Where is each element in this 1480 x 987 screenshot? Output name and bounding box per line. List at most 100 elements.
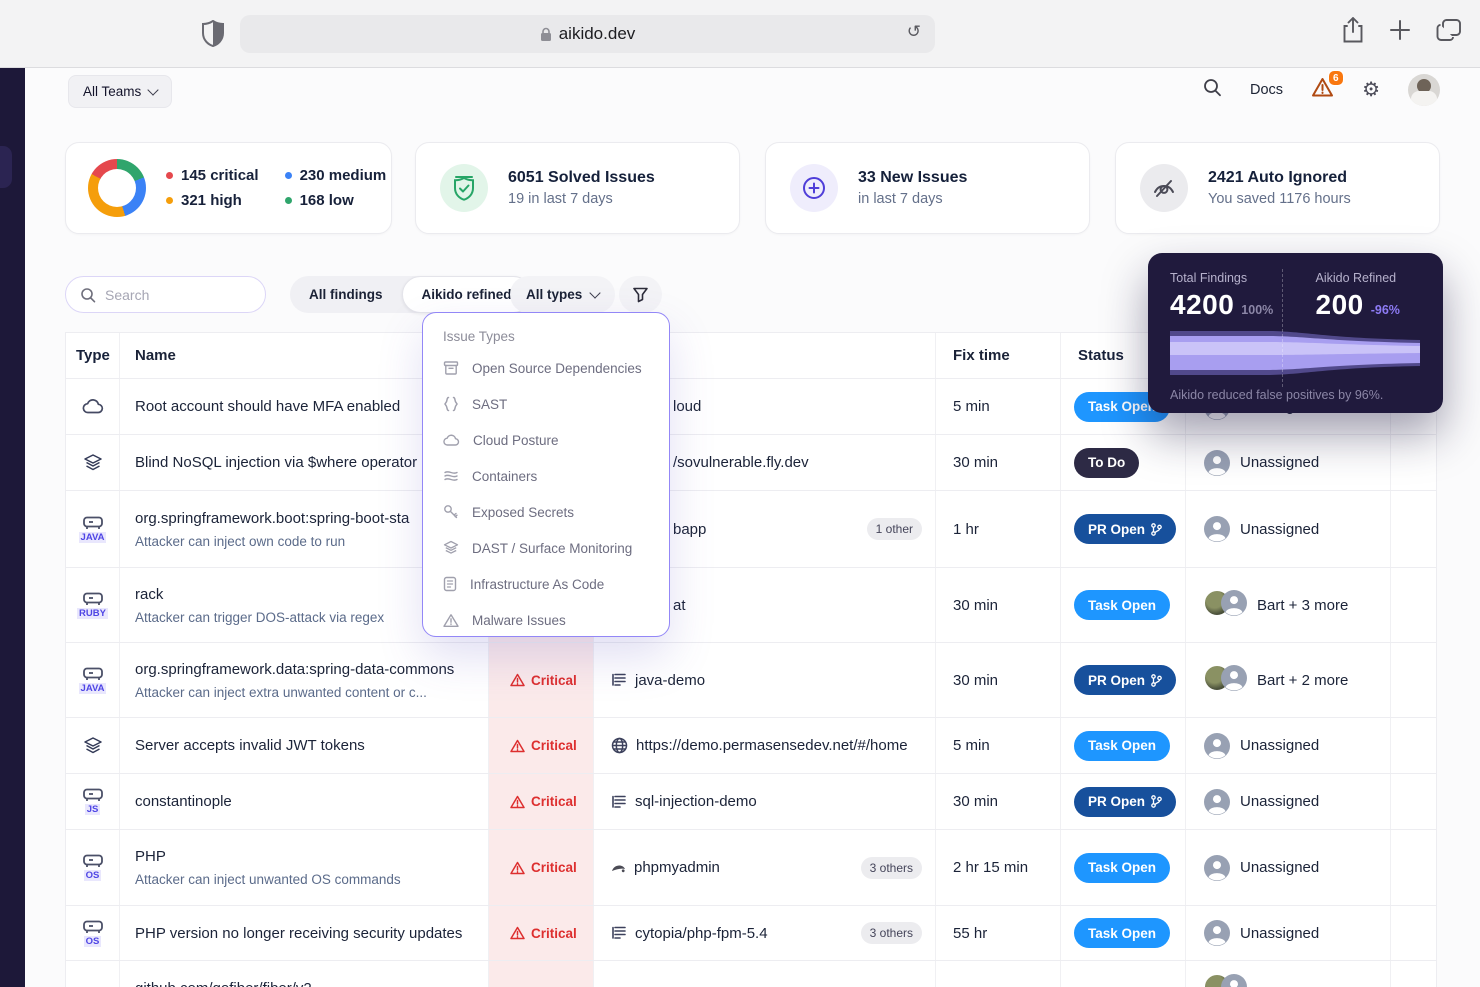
menu-item-open-source-dependencies[interactable]: Open Source Dependencies — [443, 350, 669, 386]
file-code-icon — [443, 576, 457, 592]
layers-icon — [443, 540, 459, 556]
funnel-chart — [1170, 329, 1421, 382]
search-input-wrapper — [65, 276, 266, 313]
assignee-cell[interactable]: Unassigned — [1186, 491, 1391, 567]
assignee-cell[interactable]: Bart + 2 more — [1186, 643, 1391, 717]
search-icon[interactable] — [1203, 78, 1222, 102]
more-repos-badge[interactable]: 1 other — [867, 518, 922, 540]
status-badge[interactable]: PR Open — [1074, 665, 1176, 695]
new-issues-title: 33 New Issues — [858, 169, 967, 187]
status-badge[interactable]: PR Open — [1074, 514, 1176, 544]
menu-item-cloud-posture[interactable]: Cloud Posture — [443, 422, 669, 458]
js-icon — [81, 788, 105, 803]
legend-high: 321 high — [166, 192, 259, 209]
url-bar[interactable]: aikido.dev ↺ — [240, 15, 935, 53]
assignee-cell[interactable]: Unassigned — [1186, 906, 1391, 960]
notifications-button[interactable]: 6 — [1311, 77, 1334, 103]
findings-table: Type Name Fix time Status Root account s… — [65, 332, 1437, 987]
cloud-icon — [82, 399, 104, 415]
menu-item-malware-issues[interactable]: Malware Issues — [443, 602, 669, 638]
total-findings-label: Total Findings — [1170, 271, 1296, 285]
teams-label: All Teams — [83, 84, 141, 99]
person-icon — [1204, 855, 1230, 881]
status-badge[interactable]: Task Open — [1074, 731, 1170, 761]
java-icon — [81, 667, 105, 682]
table-row[interactable]: RUBY rack Attacker can trigger DOS-attac… — [66, 568, 1436, 643]
auto-ignored-title: 2421 Auto Ignored — [1208, 169, 1351, 187]
severity-donut-chart — [88, 159, 146, 217]
more-repos-badge[interactable]: 3 others — [861, 922, 922, 944]
os-icon — [81, 854, 105, 869]
critical-icon — [510, 926, 525, 940]
menu-item-infrastructure-as-code[interactable]: Infrastructure As Code — [443, 566, 669, 602]
menu-item-containers[interactable]: Containers — [443, 458, 669, 494]
status-badge[interactable]: Task Open — [1074, 853, 1170, 883]
reload-icon[interactable]: ↺ — [907, 22, 921, 42]
java-icon — [81, 516, 105, 531]
legend-medium: 230 medium — [285, 167, 387, 184]
status-badge[interactable]: Task Open — [1074, 590, 1170, 620]
layers-icon — [83, 736, 103, 756]
key-icon — [443, 504, 459, 520]
legend-critical: 145 critical — [166, 167, 259, 184]
gear-icon[interactable]: ⚙ — [1362, 80, 1380, 100]
table-row[interactable]: Blind NoSQL injection via $where operato… — [66, 435, 1436, 491]
person-icon — [1204, 516, 1230, 542]
os-icon — [81, 920, 105, 935]
assignee-cell[interactable]: Unassigned — [1186, 774, 1391, 829]
person-icon — [1204, 450, 1230, 476]
table-row[interactable]: OS PHP Attacker can inject unwanted OS c… — [66, 830, 1436, 906]
warning-triangle-icon — [443, 613, 459, 628]
assignee-cell[interactable]: Unassigned — [1186, 435, 1391, 490]
person-icon — [1221, 590, 1247, 616]
cloud-icon — [443, 434, 460, 447]
eye-off-icon — [1140, 164, 1188, 212]
search-input[interactable] — [105, 287, 245, 303]
critical-icon — [510, 739, 525, 753]
status-badge[interactable]: Task Open — [1074, 918, 1170, 948]
teams-dropdown-button[interactable]: All Teams — [68, 75, 172, 108]
status-badge[interactable]: PR Open — [1074, 787, 1176, 817]
assignee-cell[interactable]: Bart + 3 more — [1186, 568, 1391, 642]
table-row[interactable]: github.com/gofiber/fiber/v2 — [66, 961, 1436, 987]
critical-icon — [510, 673, 525, 687]
menu-item-sast[interactable]: SAST — [443, 386, 669, 422]
repo-icon — [611, 672, 627, 688]
popup-caption: Aikido reduced false positives by 96%. — [1170, 388, 1421, 402]
status-badge[interactable]: To Do — [1074, 448, 1139, 478]
tabs-overview-icon[interactable] — [1436, 18, 1462, 47]
chevron-down-icon — [148, 84, 159, 95]
assignee-cell[interactable]: Unassigned — [1186, 718, 1391, 773]
all-types-dropdown[interactable]: All types — [510, 276, 615, 313]
left-nav-rail — [0, 68, 25, 987]
filter-button[interactable] — [619, 276, 662, 313]
notification-badge: 6 — [1328, 70, 1345, 86]
search-icon — [80, 287, 96, 303]
shield-check-icon — [440, 164, 488, 212]
branch-icon — [1151, 795, 1162, 808]
critical-icon — [510, 861, 525, 875]
table-row[interactable]: JS constantinople Critical sql-injection… — [66, 774, 1436, 830]
person-icon — [1221, 974, 1247, 987]
privacy-shield-icon[interactable] — [202, 20, 224, 52]
funnel-icon — [632, 286, 649, 303]
table-row[interactable]: OS PHP version no longer receiving secur… — [66, 906, 1436, 961]
menu-item-exposed-secrets[interactable]: Exposed Secrets — [443, 494, 669, 530]
chevron-down-icon — [590, 287, 601, 298]
share-icon[interactable] — [1342, 17, 1364, 48]
docs-link[interactable]: Docs — [1250, 82, 1283, 98]
table-row[interactable]: Server accepts invalid JWT tokens Critic… — [66, 718, 1436, 774]
new-tab-icon[interactable] — [1388, 18, 1412, 47]
nav-rail-item[interactable] — [0, 146, 12, 188]
person-icon — [1204, 789, 1230, 815]
menu-item-dast-surface-monitoring[interactable]: DAST / Surface Monitoring — [443, 530, 669, 566]
table-row[interactable]: JAVA org.springframework.data:spring-dat… — [66, 643, 1436, 718]
all-findings-tab[interactable]: All findings — [290, 287, 402, 302]
issue-types-menu: Issue Types Open Source Dependencies SAS… — [422, 312, 670, 637]
table-row[interactable]: JAVA org.springframework.boot:spring-boo… — [66, 491, 1436, 568]
more-repos-badge[interactable]: 3 others — [861, 857, 922, 879]
aikido-refined-value: 200 — [1316, 289, 1364, 321]
auto-ignored-card: 2421 Auto Ignored You saved 1176 hours — [1115, 142, 1440, 234]
assignee-cell[interactable]: Unassigned — [1186, 830, 1391, 905]
user-avatar[interactable] — [1408, 74, 1440, 106]
